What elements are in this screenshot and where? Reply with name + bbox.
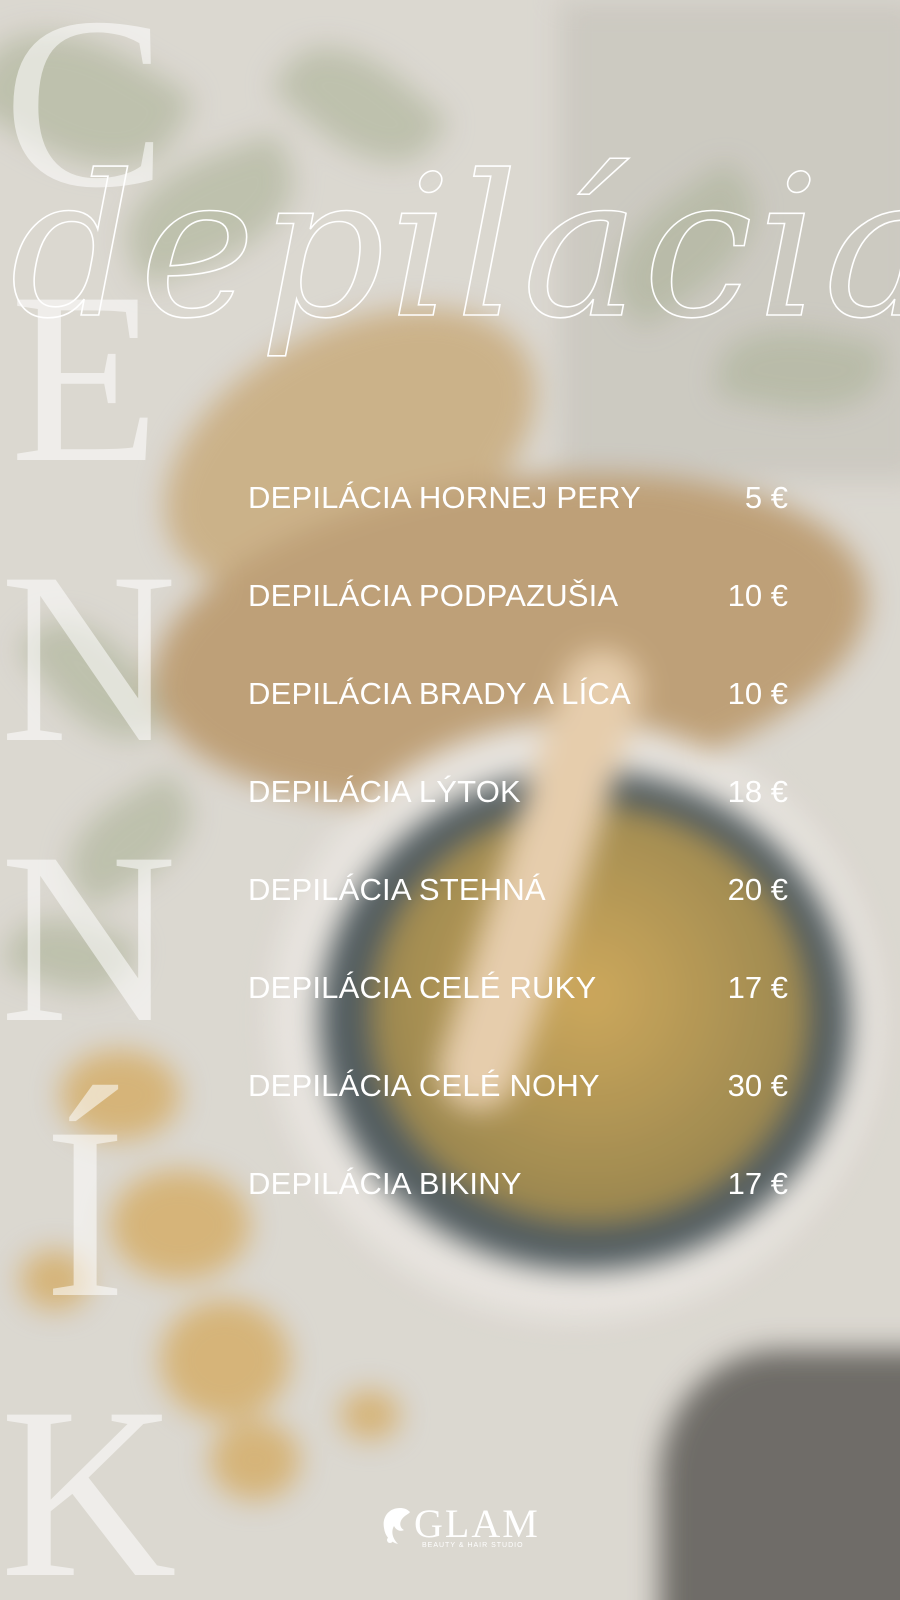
service-name: DEPILÁCIA HORNEJ PERY — [248, 480, 641, 515]
vertical-letter: N — [0, 802, 177, 1073]
vertical-letter: K — [0, 1357, 177, 1600]
script-heading: depilácia — [9, 133, 900, 363]
woman-profile-icon — [383, 1508, 410, 1544]
vertical-letter: N — [0, 522, 177, 793]
service-price: 5 € — [744, 480, 788, 515]
service-price: 10 € — [727, 578, 788, 613]
price-list: DEPILÁCIA HORNEJ PERY 5 € DEPILÁCIA PODP… — [248, 472, 788, 1256]
logo-tagline: BEAUTY & HAIR STUDIO — [422, 1542, 524, 1549]
service-price: 30 € — [727, 1068, 788, 1103]
price-list-poster: C E N N Í K depilácia DEPILÁCIA HORNEJ P… — [0, 0, 900, 1600]
service-price: 10 € — [727, 676, 788, 711]
price-row: DEPILÁCIA PODPAZUŠIA 10 € — [248, 570, 788, 668]
price-row: DEPILÁCIA STEHNÁ 20 € — [248, 864, 788, 962]
service-name: DEPILÁCIA STEHNÁ — [248, 872, 546, 907]
service-price: 17 € — [727, 1166, 788, 1201]
logo-wordmark: GLAM — [414, 1501, 540, 1546]
service-name: DEPILÁCIA LÝTOK — [248, 774, 521, 809]
service-name: DEPILÁCIA BIKINY — [248, 1166, 522, 1201]
service-name: DEPILÁCIA BRADY A LÍCA — [248, 676, 631, 711]
price-row: DEPILÁCIA CELÉ RUKY 17 € — [248, 962, 788, 1060]
service-price: 17 € — [727, 970, 788, 1005]
glam-logo: GLAM BEAUTY & HAIR STUDIO — [378, 1500, 538, 1560]
price-row: DEPILÁCIA CELÉ NOHY 30 € — [248, 1060, 788, 1158]
price-row: DEPILÁCIA HORNEJ PERY 5 € — [248, 472, 788, 570]
service-name: DEPILÁCIA CELÉ RUKY — [248, 970, 597, 1005]
price-row: DEPILÁCIA BRADY A LÍCA 10 € — [248, 668, 788, 766]
service-name: DEPILÁCIA CELÉ NOHY — [248, 1068, 600, 1103]
price-row: DEPILÁCIA BIKINY 17 € — [248, 1158, 788, 1256]
service-price: 20 € — [727, 872, 788, 907]
service-price: 18 € — [727, 774, 788, 809]
vertical-letter: Í — [44, 1077, 126, 1348]
heading-text: depilácia — [10, 134, 900, 362]
price-row: DEPILÁCIA LÝTOK 18 € — [248, 766, 788, 864]
service-name: DEPILÁCIA PODPAZUŠIA — [248, 578, 619, 613]
